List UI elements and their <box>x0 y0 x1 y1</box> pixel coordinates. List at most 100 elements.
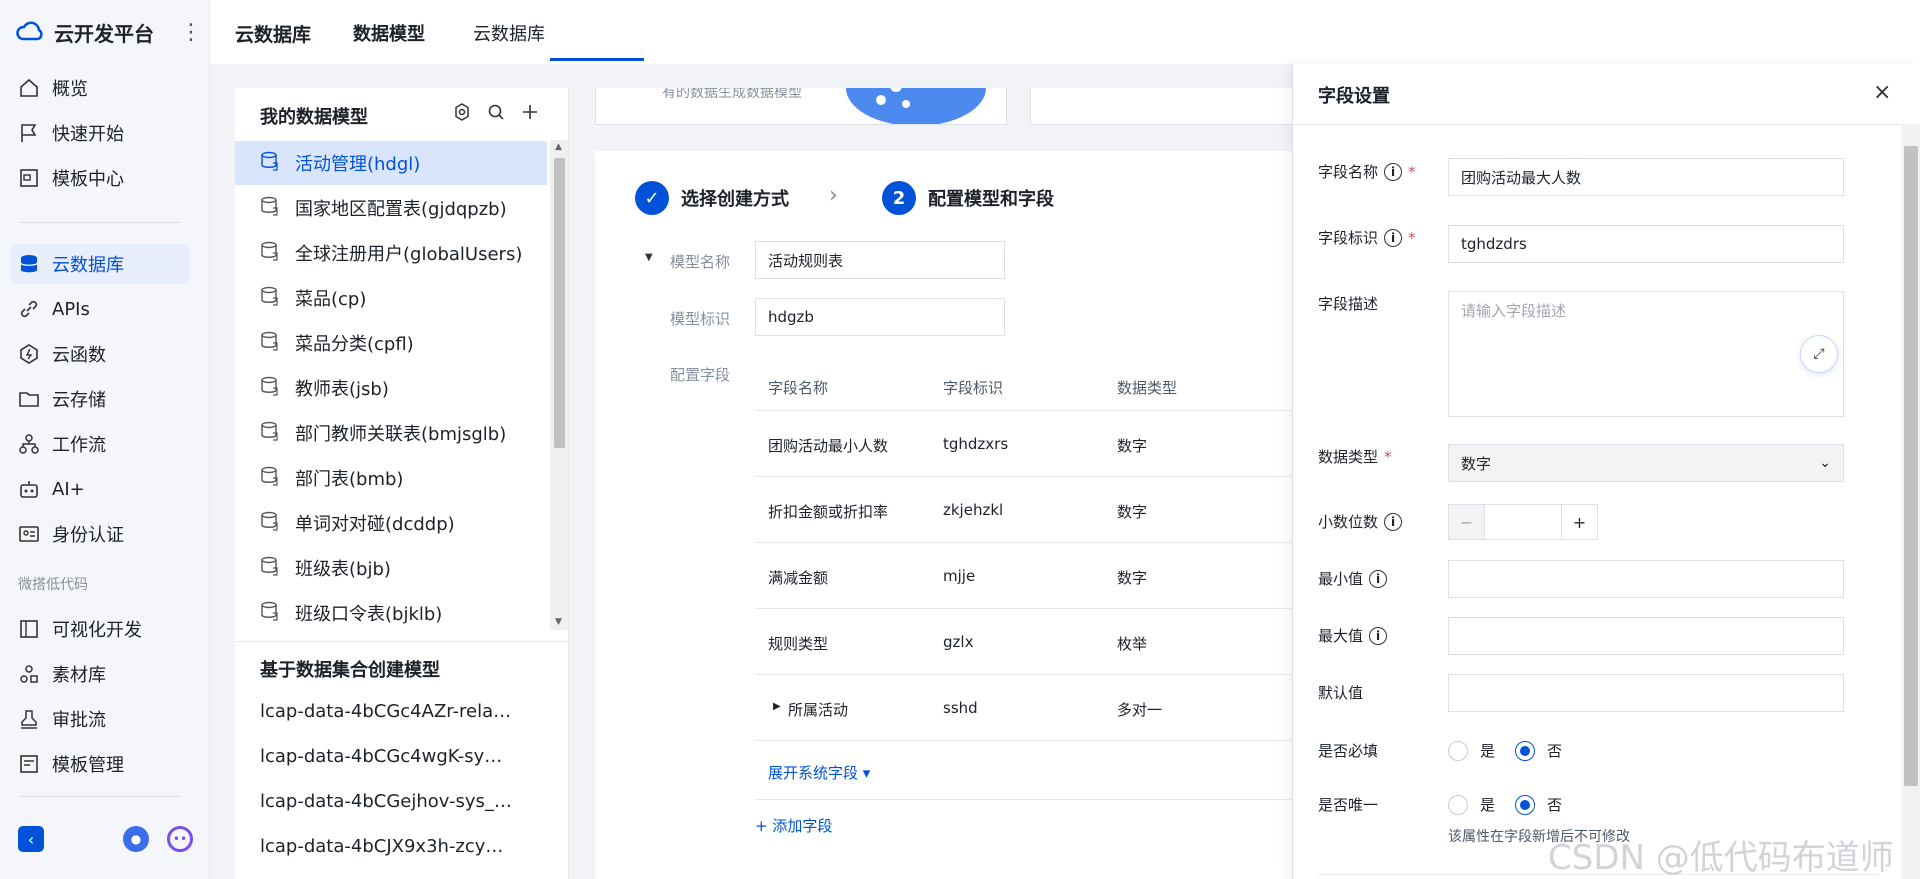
field-name-cell[interactable]: 所属活动 <box>788 699 848 720</box>
dataset-item[interactable]: lcap-data-4bCGejhov-sys_… <box>260 791 512 812</box>
magic-wand-icon[interactable]: ⤢ <box>1800 335 1838 373</box>
nav-group-label: 微搭低代码 <box>18 577 88 593</box>
active-tab-indicator <box>550 58 644 61</box>
model-item[interactable]: 全球注册用户(globalUsers) <box>235 231 547 275</box>
plus-icon[interactable]: + <box>1561 505 1597 539</box>
required-no-radio[interactable]: 否 <box>1515 740 1562 761</box>
default-value-input[interactable] <box>1448 674 1844 712</box>
chevron-left-icon: ‹ <box>27 829 35 849</box>
model-item[interactable]: 教师表(jsb) <box>235 366 547 410</box>
scroll-up-icon[interactable]: ▲ <box>555 142 562 152</box>
model-item[interactable]: 活动管理(hdgl) <box>235 141 547 185</box>
model-list-heading: 我的数据模型 <box>260 107 368 128</box>
model-item[interactable]: 国家地区配置表(gjdqpzb) <box>235 186 547 230</box>
field-desc-textarea[interactable]: 请输入字段描述 <box>1448 291 1844 417</box>
scroll-thumb[interactable] <box>1904 146 1918 786</box>
nav-item-quickstart[interactable]: 快速开始 <box>10 113 190 153</box>
max-value-input[interactable] <box>1448 617 1844 655</box>
model-item[interactable]: 班级表(bjb) <box>235 546 547 590</box>
expand-system-fields-link[interactable]: 展开系统字段 ▾ <box>768 762 870 783</box>
field-id-input[interactable]: tghdzdrs <box>1448 225 1844 263</box>
model-label: 部门教师关联表(bmjsglb) <box>295 424 507 445</box>
model-item[interactable]: 班级口令表(bjklb) <box>235 591 547 635</box>
info-icon[interactable]: i <box>1384 162 1403 181</box>
info-icon[interactable]: i <box>1369 626 1388 645</box>
data-type-select[interactable]: 数字 ⌄ <box>1448 444 1844 482</box>
model-item[interactable]: 菜品(cp) <box>235 276 547 320</box>
minus-icon[interactable]: − <box>1449 505 1485 539</box>
add-icon[interactable] <box>520 102 540 122</box>
field-name-cell[interactable]: 团购活动最小人数 <box>768 435 888 456</box>
dataset-item[interactable]: lcap-data-4bCJX9x3h-zcy… <box>260 836 503 857</box>
settings-icon[interactable] <box>452 102 472 122</box>
model-id-input[interactable]: hdgzb <box>755 298 1005 336</box>
model-name-input[interactable]: 活动规则表 <box>755 241 1005 279</box>
nav-divider <box>20 222 180 223</box>
nav-item-cloud-function[interactable]: 云函数 <box>10 334 190 374</box>
default-label: 默认值 <box>1318 682 1363 703</box>
model-db-icon <box>259 375 281 402</box>
field-name-input[interactable]: 团购活动最大人数 <box>1448 158 1844 196</box>
required-label: 是否必填 <box>1318 740 1378 761</box>
scroll-thumb[interactable] <box>554 158 565 448</box>
dataset-item[interactable]: lcap-data-4bCGc4AZr-rela… <box>260 701 511 722</box>
assets-icon <box>20 665 38 683</box>
drawer-scrollbar[interactable] <box>1901 124 1920 879</box>
nav-label: APIs <box>52 298 90 320</box>
close-icon[interactable]: × <box>1873 80 1891 105</box>
model-list-scrollbar[interactable]: ▲ ▼ <box>550 140 568 630</box>
radio-label: 否 <box>1547 796 1563 814</box>
brand[interactable]: 云开发平台 <box>16 18 154 46</box>
info-icon[interactable]: i <box>1384 228 1403 247</box>
model-label: 菜品(cp) <box>295 289 367 310</box>
add-field-button[interactable]: + 添加字段 <box>755 815 832 836</box>
unique-no-radio[interactable]: 否 <box>1515 794 1562 815</box>
page-title: 云数据库 <box>235 24 312 46</box>
assistant-button[interactable]: •• <box>167 826 193 852</box>
nav-item-template-manage[interactable]: 模板管理 <box>10 744 190 784</box>
decimal-stepper[interactable]: − + <box>1448 504 1598 540</box>
collapse-nav-button[interactable]: ‹ <box>18 826 44 852</box>
nav-item-ai[interactable]: AI+ <box>10 469 190 509</box>
tab-data-model[interactable]: 数据模型 <box>353 20 425 46</box>
decimal-label: 小数位数 i <box>1318 511 1403 532</box>
label-text: 最小值 <box>1318 570 1364 588</box>
model-item[interactable]: 部门表(bmb) <box>235 456 547 500</box>
expand-triangle-icon[interactable]: ▶ <box>773 701 781 712</box>
nav-item-apis[interactable]: APIs <box>10 289 190 329</box>
model-label: 菜品分类(cpfl) <box>295 334 414 355</box>
field-name-cell[interactable]: 折扣金额或折扣率 <box>768 501 888 522</box>
info-icon[interactable]: i <box>1369 569 1388 588</box>
nav-item-overview[interactable]: 概览 <box>10 68 190 108</box>
nav-item-workflow[interactable]: 工作流 <box>10 424 190 464</box>
drawer-divider <box>1293 124 1920 125</box>
min-value-input[interactable] <box>1448 560 1844 598</box>
layout-icon <box>20 620 38 638</box>
scroll-down-icon[interactable]: ▼ <box>555 617 562 627</box>
nav-item-cloud-storage[interactable]: 云存储 <box>10 379 190 419</box>
dataset-item[interactable]: lcap-data-4bCGc4wgK-sy… <box>260 746 502 767</box>
info-icon[interactable]: i <box>1384 512 1403 531</box>
create-option-card-2[interactable] <box>1030 88 1300 125</box>
model-item[interactable]: 单词对对碰(dcddp) <box>235 501 547 545</box>
nav-item-identity[interactable]: 身份认证 <box>10 514 190 554</box>
search-icon[interactable] <box>486 102 506 122</box>
tab-cloud-database[interactable]: 云数据库 <box>473 20 545 46</box>
template-icon <box>20 169 38 187</box>
field-name-cell[interactable]: 规则类型 <box>768 633 828 654</box>
more-icon[interactable]: ⋮ <box>180 20 202 45</box>
decimal-value[interactable] <box>1485 505 1561 539</box>
nav-item-assets[interactable]: 素材库 <box>10 654 190 694</box>
user-avatar-button[interactable]: ● <box>123 826 149 852</box>
nav-item-template-center[interactable]: 模板中心 <box>10 158 190 198</box>
collapse-triangle-icon[interactable]: ▼ <box>645 252 653 263</box>
nav-item-approval[interactable]: 审批流 <box>10 699 190 739</box>
nav-item-cloud-database[interactable]: 云数据库 <box>10 244 190 284</box>
required-yes-radio[interactable]: 是 <box>1448 740 1495 761</box>
create-option-card[interactable]: 有的数据生成数据模型 <box>595 88 1007 125</box>
field-name-cell[interactable]: 满减金额 <box>768 567 828 588</box>
model-item[interactable]: 部门教师关联表(bmjsglb) <box>235 411 547 455</box>
unique-yes-radio[interactable]: 是 <box>1448 794 1495 815</box>
model-item[interactable]: 菜品分类(cpfl) <box>235 321 547 365</box>
nav-item-visual-dev[interactable]: 可视化开发 <box>10 609 190 649</box>
